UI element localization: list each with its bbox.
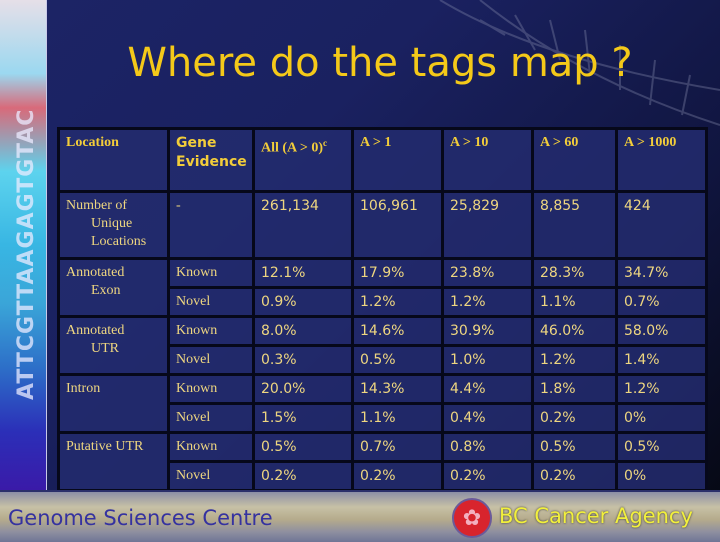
tag-mapping-table: Location Gene Evidence All (A > 0)c A > …: [57, 127, 708, 521]
value-cell: 1.1%: [351, 402, 444, 434]
value-cell: 17.9%: [351, 257, 444, 289]
value-cell: 14.3%: [351, 373, 444, 405]
header-gene-evidence-text: Gene Evidence: [176, 135, 247, 170]
value-cell: 34.7%: [615, 257, 708, 289]
value-cell: 14.6%: [351, 315, 444, 347]
value-cell: 0.5%: [252, 431, 354, 463]
gene-evidence-cell: Known: [167, 257, 255, 289]
value-cell: 261,134: [252, 190, 354, 260]
bc-cancer-agency-label: BC Cancer Agency: [499, 504, 693, 528]
value-cell: 4.4%: [441, 373, 534, 405]
value-cell: 1.2%: [441, 286, 534, 318]
location-cell: Number of Unique Locations: [57, 190, 170, 260]
value-cell: 1.2%: [531, 344, 618, 376]
location-line: UTR: [91, 341, 119, 356]
location-line: Putative UTR: [66, 439, 144, 454]
value-cell: 0.9%: [252, 286, 354, 318]
value-cell: 0.2%: [531, 460, 618, 492]
value-cell: 1.2%: [615, 373, 708, 405]
bc-cancer-agency-logo-icon: ✿: [452, 498, 492, 538]
value-cell: 23.8%: [441, 257, 534, 289]
location-line: Exon: [91, 283, 121, 298]
location-line: Intron: [66, 381, 101, 396]
location-line: Number of: [66, 198, 128, 213]
value-cell: 106,961: [351, 190, 444, 260]
table-row: Intron Known 20.0% 14.3% 4.4% 1.8% 1.2%: [57, 373, 708, 434]
value-cell: 0.7%: [351, 431, 444, 463]
gene-evidence-cell: Known: [167, 373, 255, 405]
header-a-gt-1: A > 1: [351, 127, 444, 193]
value-cell: 0.8%: [441, 431, 534, 463]
location-line: Annotated: [66, 265, 125, 280]
value-cell: 8.0%: [252, 315, 354, 347]
header-gene-evidence: Gene Evidence: [167, 127, 255, 193]
value-cell: 0.3%: [252, 344, 354, 376]
value-cell: 58.0%: [615, 315, 708, 347]
slide-title: Where do the tags map ?: [127, 40, 633, 86]
location-line: Annotated: [66, 323, 125, 338]
value-cell: 1.8%: [531, 373, 618, 405]
value-cell: 28.3%: [531, 257, 618, 289]
value-cell: 1.1%: [531, 286, 618, 318]
header-a-gt-10: A > 10: [441, 127, 534, 193]
header-a-gt-1000: A > 1000: [615, 127, 708, 193]
gene-evidence-cell: -: [167, 190, 255, 260]
header-location: Location: [57, 127, 170, 193]
value-cell: 0.2%: [441, 460, 534, 492]
table-row: Number of Unique Locations -261,134 106,961 2…: [57, 190, 708, 260]
location-line: Unique: [91, 216, 133, 231]
genome-sciences-centre-label: Genome Sciences Centre: [8, 506, 273, 530]
value-cell: 1.4%: [615, 344, 708, 376]
value-cell: 0%: [615, 460, 708, 492]
value-cell: 0.4%: [441, 402, 534, 434]
value-cell: 424: [615, 190, 708, 260]
location-cell: Putative UTR: [57, 431, 170, 492]
value-cell: 1.0%: [441, 344, 534, 376]
value-cell: 1.5%: [252, 402, 354, 434]
header-all-text: All (A > 0): [261, 140, 324, 156]
value-cell: 0.5%: [351, 344, 444, 376]
table-header-row: Location Gene Evidence All (A > 0)c A > …: [57, 127, 708, 193]
location-cell: Intron: [57, 373, 170, 434]
value-cell: 20.0%: [252, 373, 354, 405]
table-row: Putative UTR Known 0.5% 0.7% 0.8% 0.5% 0.5%: [57, 431, 708, 492]
gene-evidence-cell: Known: [167, 431, 255, 463]
value-cell: 0.2%: [351, 460, 444, 492]
location-cell: Annotated Exon: [57, 257, 170, 318]
location-cell: Annotated UTR: [57, 315, 170, 376]
header-a-gt-60: A > 60: [531, 127, 618, 193]
value-cell: 0.7%: [615, 286, 708, 318]
table-row: Annotated UTR Known 8.0% 14.6% 30.9% 46.0% 58.0…: [57, 315, 708, 376]
value-cell: 30.9%: [441, 315, 534, 347]
value-cell: 0%: [615, 402, 708, 434]
header-all: All (A > 0)c: [252, 127, 354, 193]
footer-banner: Genome Sciences Centre ✿ BC Cancer Agenc…: [0, 490, 720, 542]
value-cell: 0.5%: [531, 431, 618, 463]
gene-evidence-cell: Known: [167, 315, 255, 347]
gene-evidence-cell: Novel: [167, 344, 255, 376]
gene-evidence-cell: Novel: [167, 402, 255, 434]
value-cell: 25,829: [441, 190, 534, 260]
value-cell: 1.2%: [351, 286, 444, 318]
value-cell: 12.1%: [252, 257, 354, 289]
dna-sequence-text: ATTCGTTAAGAGTGTAC: [14, 108, 39, 400]
value-cell: 0.5%: [615, 431, 708, 463]
value-cell: 46.0%: [531, 315, 618, 347]
value-cell: 0.2%: [252, 460, 354, 492]
value-cell: 8,855: [531, 190, 618, 260]
header-all-superscript: c: [323, 138, 328, 148]
table-row: Annotated Exon Known 12.1% 17.9% 23.8% 28.3% 34…: [57, 257, 708, 318]
value-cell: 0.2%: [531, 402, 618, 434]
gene-evidence-cell: Novel: [167, 460, 255, 492]
gene-evidence-cell: Novel: [167, 286, 255, 318]
location-line: Locations: [91, 234, 147, 249]
